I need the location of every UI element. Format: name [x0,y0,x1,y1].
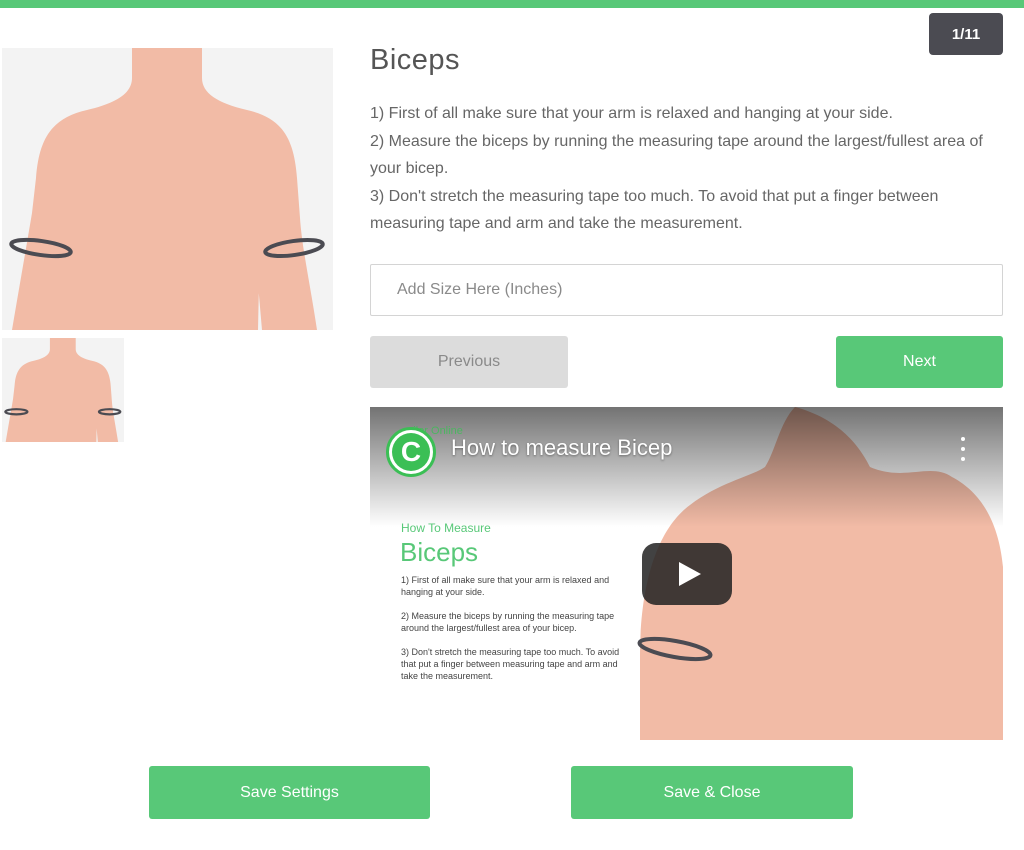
play-button[interactable] [642,543,732,605]
instruction-3: 3) Don't stretch the measuring tape too … [370,187,939,233]
next-button[interactable]: Next [836,336,1003,388]
channel-logo[interactable]: C [386,427,436,477]
step-counter-badge: 1/11 [929,13,1003,55]
biceps-illustration [2,48,333,330]
slide-heading: Biceps [400,537,479,567]
slide-point-2: 2) Measure the biceps by running the mea… [401,611,615,633]
video-title-shade [370,407,1003,527]
instructions: 1) First of all make sure that your arm … [370,100,1010,238]
slide-point-1: 1) First of all make sure that your arm … [401,575,610,597]
thumbnail-figure [4,338,122,442]
video-title[interactable]: How to measure Bicep [451,435,672,461]
slide-subtitle: How To Measure [401,521,491,535]
slide-point-3: 3) Don't stretch the measuring tape too … [401,647,620,681]
previous-button[interactable]: Previous [370,336,568,388]
video-player[interactable]: ...ailor Online C How to measure Bicep H… [370,407,1003,740]
slide-points: 1) First of all make sure that your arm … [401,574,626,694]
save-close-button[interactable]: Save & Close [571,766,853,819]
play-icon [678,562,701,586]
channel-logo-letter: C [392,433,430,471]
instruction-2: 2) Measure the biceps by running the mea… [370,132,983,178]
torso-figure [9,48,325,330]
instruction-1: 1) First of all make sure that your arm … [370,105,893,122]
save-settings-button[interactable]: Save Settings [149,766,430,819]
illustration-thumbnail[interactable] [2,338,124,442]
size-input[interactable] [370,264,1003,316]
page-title: Biceps [370,44,461,76]
more-options-icon[interactable] [956,437,970,461]
top-accent-bar [0,0,1024,8]
